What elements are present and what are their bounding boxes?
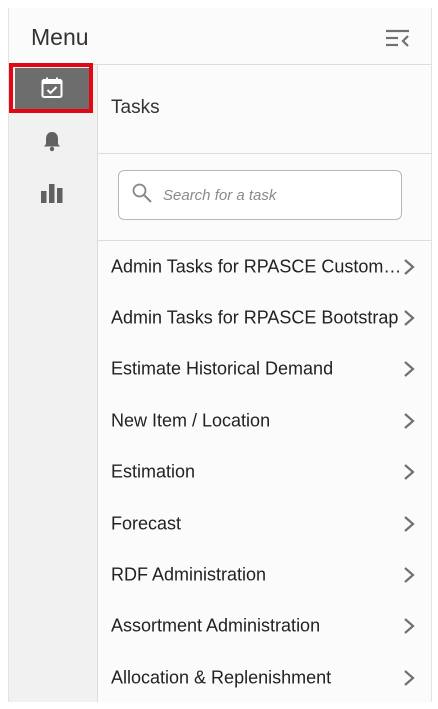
chevron-right-icon xyxy=(403,258,415,276)
collapse-menu-icon[interactable] xyxy=(385,28,411,50)
tasks-panel: Tasks Admin Tasks for RPASCE Customizati… xyxy=(98,65,431,702)
menu-panel: Menu Tasks Search for a task Admin Tasks… xyxy=(8,8,432,702)
task-label: RDF Administration xyxy=(111,564,267,585)
rail-item-reports[interactable] xyxy=(15,173,89,217)
task-label: Admin Tasks for RPASCE Bootstrap xyxy=(111,307,399,328)
task-item[interactable]: Assortment Administration xyxy=(98,601,431,652)
tasks-title: Tasks xyxy=(111,97,160,118)
task-label: Allocation & Replenishment xyxy=(111,667,332,688)
chevron-right-icon xyxy=(403,463,415,481)
calendar-check-icon xyxy=(40,76,64,105)
task-item[interactable]: Allocation & Replenishment xyxy=(98,652,431,702)
task-item[interactable]: Estimate Historical Demand xyxy=(98,344,431,395)
chevron-right-icon xyxy=(403,617,415,635)
chevron-right-icon xyxy=(403,566,415,584)
search-icon xyxy=(119,182,153,209)
rail-item-tasks[interactable] xyxy=(15,68,89,112)
chevron-right-icon xyxy=(403,515,415,533)
chevron-right-icon xyxy=(403,412,415,430)
chevron-right-icon xyxy=(403,669,415,687)
nav-rail xyxy=(9,63,98,702)
task-item[interactable]: Forecast xyxy=(98,498,431,549)
search-section xyxy=(98,154,431,241)
task-label: Assortment Administration xyxy=(111,615,321,636)
task-item[interactable]: New Item / Location xyxy=(98,395,431,446)
task-label: Admin Tasks for RPASCE Customization xyxy=(111,256,403,277)
task-item[interactable]: Admin Tasks for RPASCE Bootstrap xyxy=(98,292,431,343)
bar-chart-icon xyxy=(40,182,64,209)
search-input[interactable] xyxy=(161,185,385,205)
chevron-right-icon xyxy=(403,360,415,378)
search-box[interactable] xyxy=(118,170,402,220)
task-label: Estimation xyxy=(111,461,196,482)
chevron-right-icon xyxy=(403,309,415,327)
menu-header: Menu xyxy=(9,8,431,65)
task-list: Admin Tasks for RPASCE Customization Adm… xyxy=(98,241,431,702)
tasks-header: Tasks xyxy=(98,65,431,154)
task-label: New Item / Location xyxy=(111,410,271,431)
menu-title: Menu xyxy=(31,24,89,50)
task-item[interactable]: Admin Tasks for RPASCE Customization xyxy=(98,241,431,292)
bell-icon xyxy=(41,130,63,157)
task-label: Forecast xyxy=(111,513,182,534)
task-item[interactable]: Estimation xyxy=(98,447,431,498)
rail-item-notifications[interactable] xyxy=(15,121,89,165)
task-item[interactable]: RDF Administration xyxy=(98,549,431,600)
task-label: Estimate Historical Demand xyxy=(111,358,334,379)
